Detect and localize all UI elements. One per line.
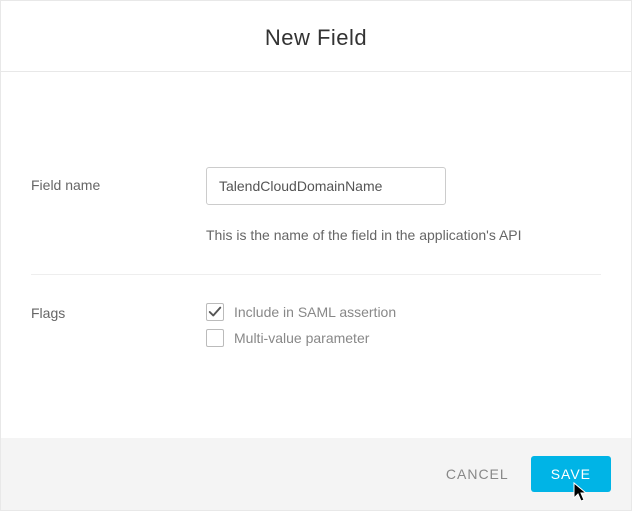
flags-label: Flags	[31, 303, 206, 355]
dialog-title: New Field	[1, 25, 631, 51]
flag-multi-value-label: Multi-value parameter	[234, 330, 369, 346]
dialog-header: New Field	[1, 1, 631, 72]
flags-section: Flags Include in SAML assertion	[31, 275, 601, 395]
cancel-button[interactable]: CANCEL	[442, 458, 513, 490]
flag-multi-value: Multi-value parameter	[206, 329, 601, 347]
flag-include-saml-label: Include in SAML assertion	[234, 304, 396, 320]
checkbox-include-saml[interactable]	[206, 303, 224, 321]
dialog-body: Field name This is the name of the field…	[1, 72, 631, 438]
field-name-input[interactable]	[206, 167, 446, 205]
save-button[interactable]: SAVE	[531, 456, 611, 492]
checkmark-icon	[208, 305, 222, 319]
flag-include-saml: Include in SAML assertion	[206, 303, 601, 321]
field-name-controls: This is the name of the field in the app…	[206, 167, 601, 246]
checkbox-multi-value[interactable]	[206, 329, 224, 347]
flags-controls: Include in SAML assertion Multi-value pa…	[206, 303, 601, 355]
field-name-label: Field name	[31, 167, 206, 246]
new-field-dialog: New Field Field name This is the name of…	[0, 0, 632, 511]
field-name-help: This is the name of the field in the app…	[206, 225, 601, 246]
dialog-footer: CANCEL SAVE	[1, 438, 631, 510]
field-name-section: Field name This is the name of the field…	[31, 72, 601, 275]
